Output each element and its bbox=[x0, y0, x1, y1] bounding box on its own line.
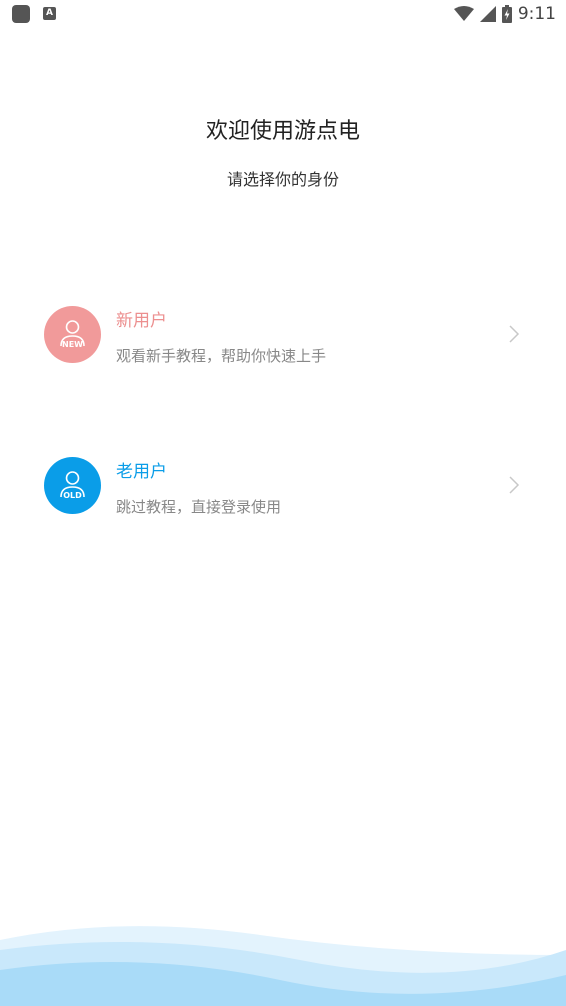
chevron-right-icon bbox=[509, 325, 520, 343]
user-new-icon: NEW bbox=[44, 306, 101, 363]
old-tag: OLD bbox=[63, 491, 82, 500]
page-title: 欢迎使用游点电 bbox=[205, 119, 360, 144]
wifi-icon bbox=[453, 6, 474, 21]
old-user-description: 跳过教程，直接登录使用 bbox=[116, 498, 282, 516]
status-bar-right: 9:11 bbox=[453, 3, 556, 25]
old-user-option[interactable]: OLD 老用户 跳过教程，直接登录使用 bbox=[0, 435, 566, 535]
new-user-title: 新用户 bbox=[116, 311, 167, 331]
status-time: 9:11 bbox=[517, 4, 556, 24]
cell-signal-icon bbox=[479, 6, 496, 22]
a-notification-icon: A bbox=[43, 7, 56, 20]
app-notification-icon bbox=[12, 5, 30, 23]
new-user-option[interactable]: NEW 新用户 观看新手教程，帮助你快速上手 bbox=[0, 284, 566, 384]
page-subtitle: 请选择你的身份 bbox=[226, 170, 339, 189]
battery-charging-icon bbox=[501, 5, 512, 23]
new-user-description: 观看新手教程，帮助你快速上手 bbox=[116, 347, 327, 365]
status-bar: A 9:11 bbox=[0, 0, 566, 30]
new-tag: NEW bbox=[62, 340, 83, 349]
chevron-right-icon bbox=[509, 476, 520, 494]
wave-decoration bbox=[0, 926, 566, 1006]
user-old-icon: OLD bbox=[44, 457, 101, 514]
old-user-title: 老用户 bbox=[116, 462, 167, 482]
